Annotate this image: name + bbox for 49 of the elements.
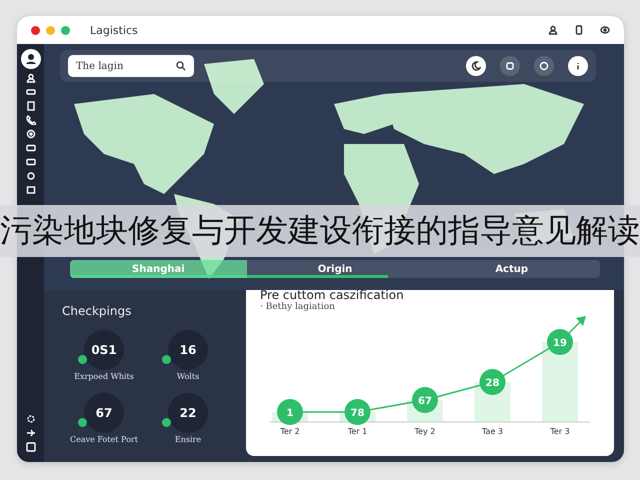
point-label: 28 (486, 378, 500, 389)
checkpoint-label: Exrpoed Whits (73, 372, 135, 381)
chart-title: Pre cuttom caszification (260, 288, 405, 302)
point-label: 78 (350, 408, 364, 419)
minimize-dot[interactable] (46, 26, 55, 34)
checkpoint-count: 16 (180, 343, 196, 357)
point-label: 19 (553, 338, 567, 349)
point-label: 67 (418, 396, 432, 407)
settings-icon[interactable] (26, 414, 36, 424)
avatar-icon[interactable] (20, 49, 40, 69)
data-point (480, 369, 506, 395)
plane-icon[interactable] (26, 428, 36, 438)
data-point (344, 399, 370, 425)
checkpoint-label: Wolts (176, 372, 200, 381)
square-icon[interactable] (26, 442, 36, 452)
checkpoint-count: 0S1 (91, 343, 117, 357)
moon-button[interactable] (466, 56, 486, 76)
close-dot[interactable] (31, 26, 40, 34)
data-point (412, 387, 438, 413)
location-tab[interactable]: Actup (423, 260, 600, 278)
axis-label: Tae 3 (482, 427, 504, 436)
search-field[interactable]: The lagin (68, 55, 194, 77)
chart-subtitle: · Bethy lagiation (260, 302, 336, 312)
axis-label: Ter 2 (280, 427, 300, 436)
section-title: Checkpings (62, 304, 132, 318)
axis-label: Ter 1 (348, 427, 368, 436)
checkpoint-label: Ensire (174, 435, 202, 444)
card-icon[interactable] (26, 87, 36, 97)
data-point (277, 399, 303, 425)
moon-icon[interactable] (471, 61, 481, 71)
point-label: 1 (286, 408, 294, 419)
caption-text: 污染地块修复与开发建设衔接的指导意见解读 (0, 210, 640, 251)
document-icon[interactable] (26, 101, 36, 111)
search-icon[interactable] (176, 61, 186, 71)
checkpoint-label: Ceave Fotet Port (69, 435, 139, 444)
axis-label: Ter 3 (550, 427, 570, 436)
data-point (547, 329, 573, 355)
checkpoint-count: 67 (96, 406, 112, 420)
info-button[interactable] (568, 56, 588, 76)
search-input[interactable]: The lagin (76, 60, 156, 72)
maximize-dot[interactable] (61, 26, 70, 34)
phone-icon[interactable] (574, 25, 584, 35)
window-title: Lagistics (90, 24, 139, 36)
location-tab[interactable]: Origin (246, 260, 424, 278)
eye-icon[interactable] (600, 25, 610, 35)
user-icon[interactable] (26, 73, 36, 83)
checkpoint-count: 22 (180, 406, 196, 420)
user-icon[interactable] (548, 25, 558, 35)
axis-label: Tey 2 (414, 427, 436, 436)
